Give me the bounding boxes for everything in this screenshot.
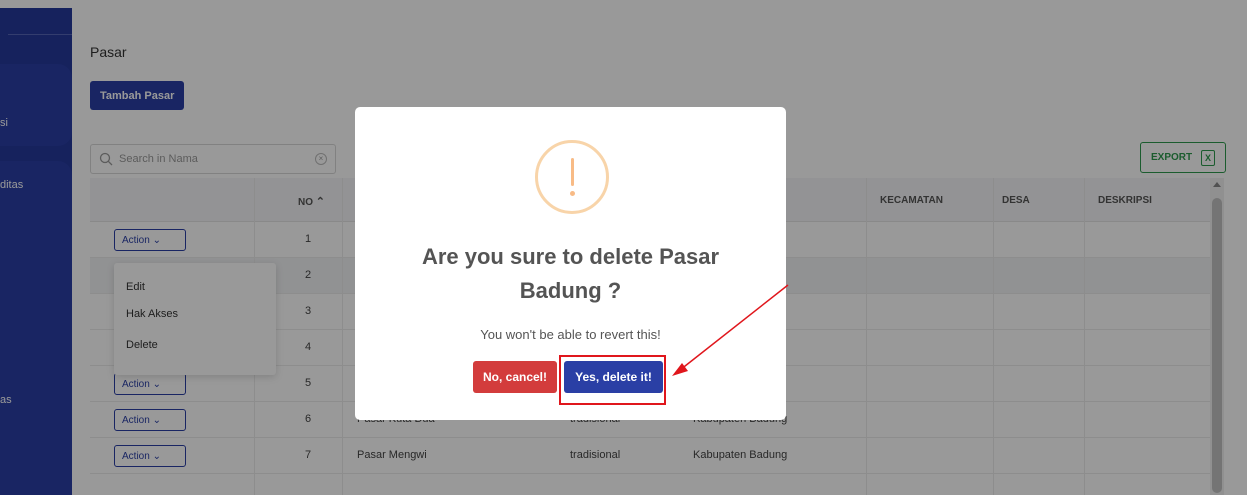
annotation-highlight-box (559, 355, 666, 405)
dialog-title: Are you sure to delete Pasar Badung ? (421, 244, 720, 303)
warning-icon-dot (570, 191, 575, 196)
cancel-button[interactable]: No, cancel! (473, 361, 557, 393)
dialog-text: You won't be able to revert this! (480, 327, 661, 342)
warning-icon (535, 140, 609, 214)
warning-icon-bar (571, 158, 574, 186)
